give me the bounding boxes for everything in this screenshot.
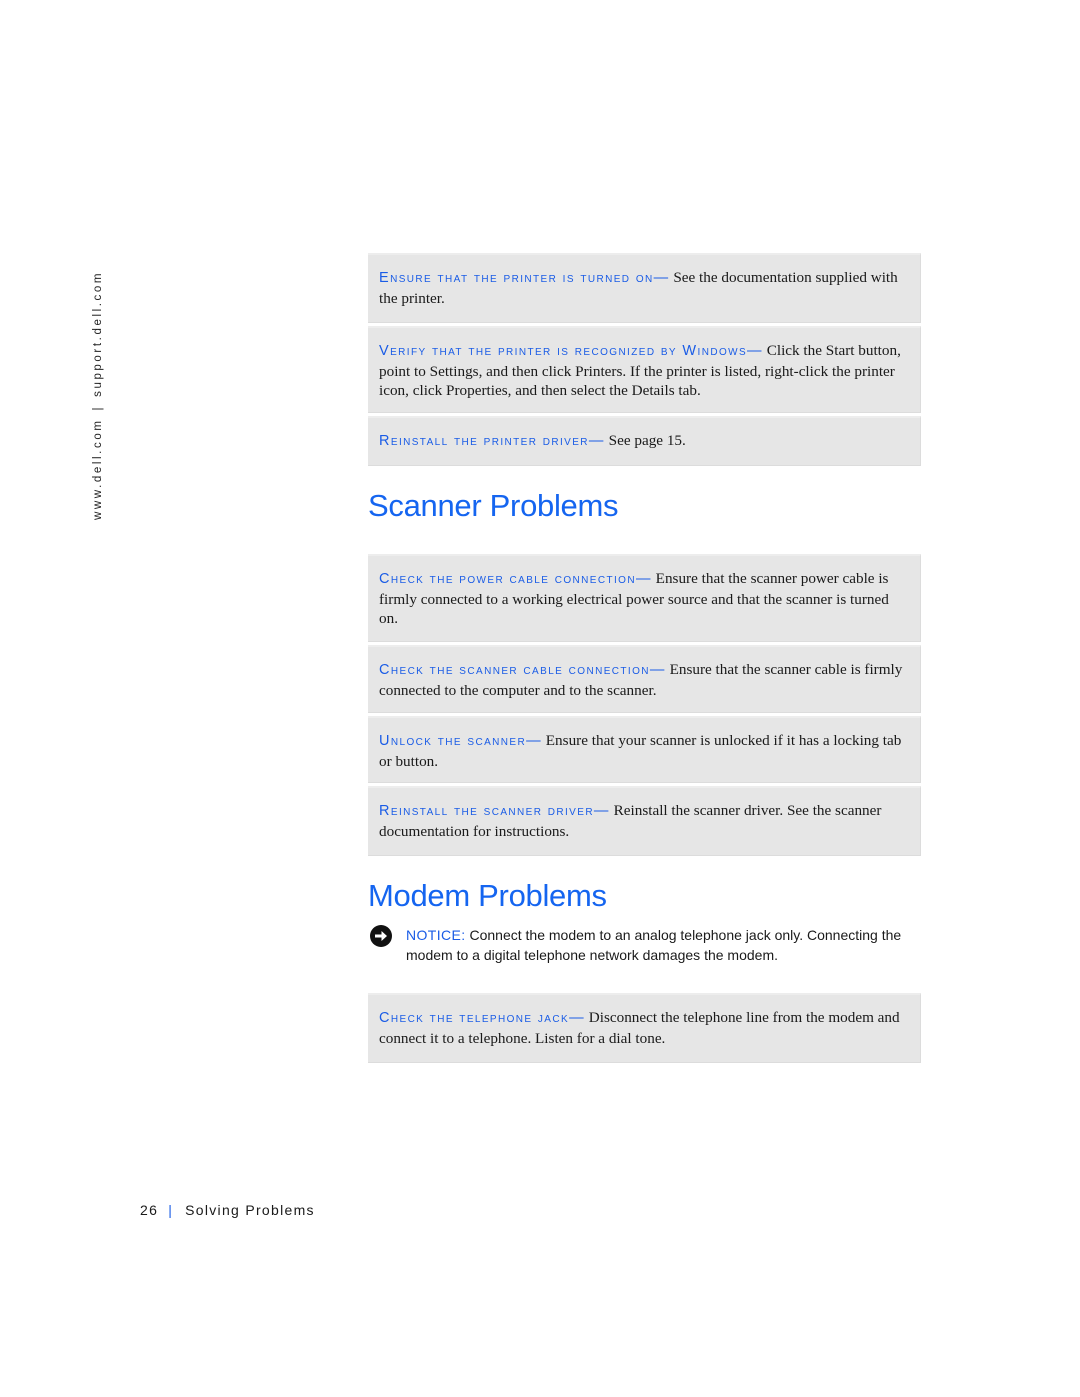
item-lead: Check the telephone jack— — [379, 1010, 585, 1026]
notice-text: Connect the modem to an analog telephone… — [406, 927, 902, 963]
footer-separator: | — [168, 1202, 174, 1218]
url-separator: | — [92, 404, 104, 411]
item-lead: Ensure that the printer is turned on— — [379, 270, 670, 286]
arrow-right-circle-icon — [370, 925, 392, 947]
printer-item-2: Verify that the printer is recognized by… — [368, 326, 921, 413]
item-lead: Check the scanner cable connection— — [379, 662, 666, 678]
printer-item-3: Reinstall the printer driver— See page 1… — [368, 416, 921, 466]
item-lead: Verify that the printer is recognized by… — [379, 343, 763, 359]
side-url: www.dell.com | support.dell.com — [92, 271, 104, 520]
page-number: 26 — [140, 1202, 159, 1218]
item-lead: Check the power cable connection— — [379, 571, 652, 587]
scanner-item-1: Check the power cable connection— Ensure… — [368, 554, 921, 642]
scanner-heading: Scanner Problems — [368, 488, 619, 523]
footer-section: Solving Problems — [185, 1202, 315, 1218]
modem-item-1: Check the telephone jack— Disconnect the… — [368, 993, 921, 1063]
item-lead: Reinstall the printer driver— — [379, 433, 605, 449]
page-footer: 26 | Solving Problems — [140, 1202, 315, 1218]
item-lead: Reinstall the scanner driver— — [379, 803, 610, 819]
url-support: support.dell.com — [92, 270, 104, 397]
scanner-item-2: Check the scanner cable connection— Ensu… — [368, 645, 921, 713]
modem-heading: Modem Problems — [368, 878, 607, 913]
url-www: www.dell.com — [92, 418, 104, 521]
scanner-item-3: Unlock the scanner— Ensure that your sca… — [368, 716, 921, 783]
notice-label: NOTICE: — [406, 927, 466, 943]
scanner-item-4: Reinstall the scanner driver— Reinstall … — [368, 786, 921, 856]
printer-item-1: Ensure that the printer is turned on— Se… — [368, 253, 921, 323]
item-lead: Unlock the scanner— — [379, 733, 542, 749]
item-text: See page 15. — [604, 432, 686, 449]
notice: NOTICE: Connect the modem to an analog t… — [368, 925, 921, 965]
